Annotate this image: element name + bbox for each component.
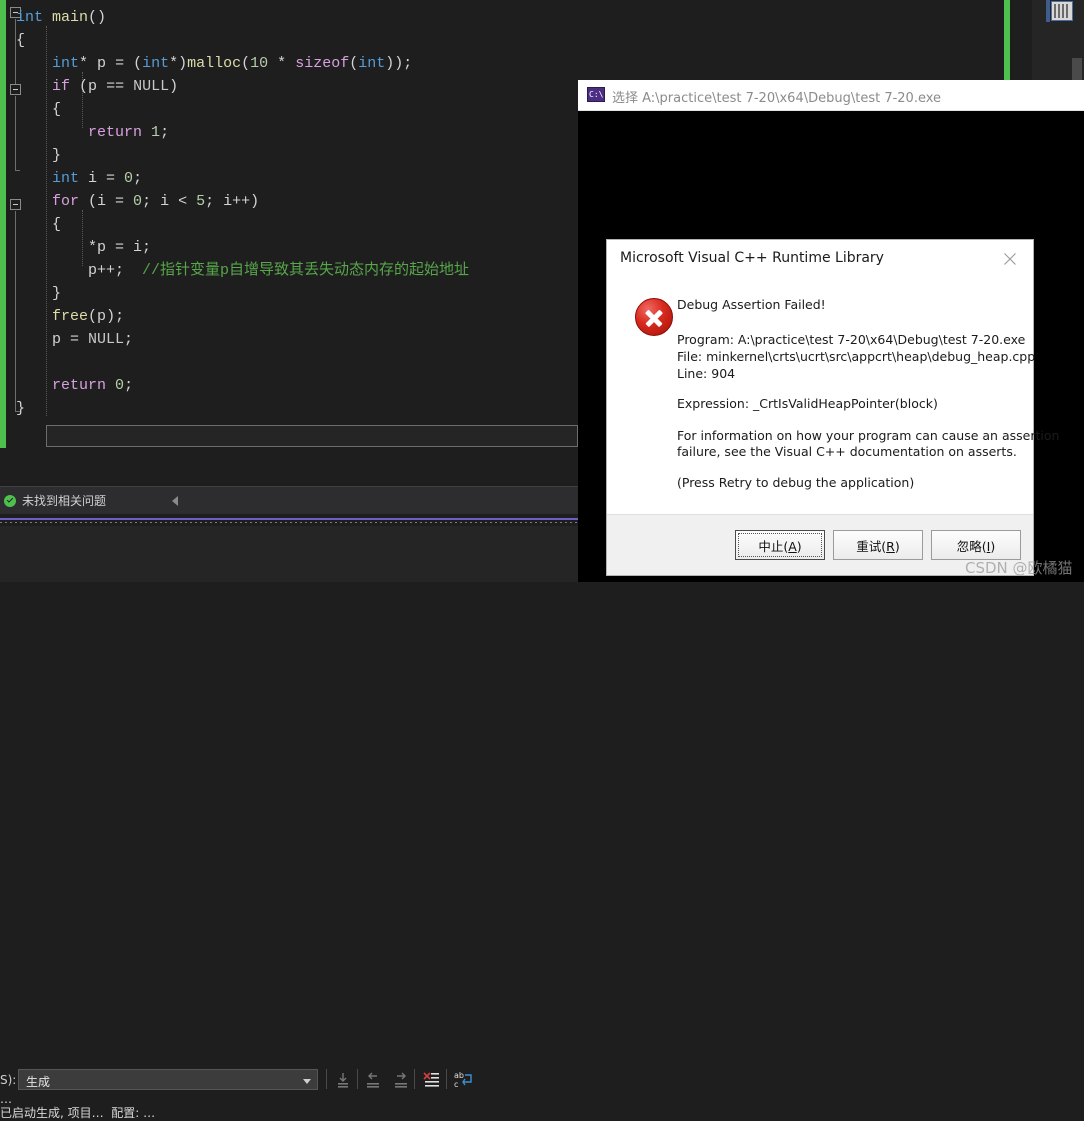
abort-button[interactable]: 中止(A) xyxy=(735,530,825,560)
code-line: if (p == NULL) xyxy=(52,78,179,95)
output-pane[interactable]: S): 生成 ab c … 已启动生成, 项目… 配置: … xyxy=(0,526,580,1120)
toolbar-separator xyxy=(357,1069,358,1089)
code-line: { xyxy=(52,216,62,233)
minimap-icon[interactable] xyxy=(1051,1,1073,21)
code-line: *p = i; xyxy=(88,239,152,256)
code-line: p = NULL; xyxy=(52,331,134,348)
code-line: { xyxy=(16,32,26,49)
code-line: int i = 0; xyxy=(52,170,143,187)
dialog-line: Debug Assertion Failed! xyxy=(677,297,826,312)
error-list-strip[interactable]: 未找到相关问题 xyxy=(0,486,580,514)
dialog-line: File: minkernel\crts\ucrt\src\appcrt\hea… xyxy=(677,349,1036,364)
console-title-text: 选择 A:\practice\test 7-20\x64\Debug\test … xyxy=(612,91,942,106)
ignore-button[interactable]: 忽略(I) xyxy=(931,530,1021,560)
error-list-status: 未找到相关问题 xyxy=(22,494,107,508)
go-to-location-icon[interactable] xyxy=(333,1070,353,1089)
check-circle-icon xyxy=(4,495,16,507)
code-line: int* p = (int*)malloc(10 * sizeof(int)); xyxy=(52,55,413,72)
code-line: } xyxy=(16,400,26,417)
console-app-icon xyxy=(587,87,605,102)
navigate-forward-icon[interactable] xyxy=(391,1070,411,1089)
retry-button-label: 重试(R) xyxy=(856,538,900,554)
dialog-line: Line: 904 xyxy=(677,366,736,381)
editor-horizontal-scrollbar[interactable] xyxy=(46,425,578,447)
minimap-edge xyxy=(1046,0,1050,22)
code-line: return 0; xyxy=(52,377,134,394)
code-line: } xyxy=(52,285,62,302)
code-line: return 1; xyxy=(88,124,170,141)
dialog-line: failure, see the Visual C++ documentatio… xyxy=(677,444,1017,459)
code-text[interactable]: int main() { int* p = (int*)malloc(10 * s… xyxy=(16,6,469,420)
svg-text:c: c xyxy=(454,1080,458,1089)
svg-text:ab: ab xyxy=(454,1071,464,1080)
code-line: } xyxy=(52,147,62,164)
runtime-error-dialog[interactable]: Microsoft Visual C++ Runtime Library Deb… xyxy=(606,239,1059,576)
navigate-backward-icon[interactable] xyxy=(363,1070,383,1089)
output-source-select[interactable]: 生成 xyxy=(18,1069,318,1090)
watermark: CSDN @欧橘猫 xyxy=(965,559,1073,577)
clear-all-icon[interactable] xyxy=(421,1070,441,1089)
error-circle-x-icon xyxy=(635,298,673,336)
dialog-line: For information on how your program can … xyxy=(677,428,1060,443)
code-line: free(p); xyxy=(52,308,125,325)
dialog-line: Expression: _CrtIsValidHeapPointer(block… xyxy=(677,396,938,411)
retry-button[interactable]: 重试(R) xyxy=(833,530,923,560)
abort-button-label: 中止(A) xyxy=(758,538,802,554)
output-source-value: 生成 xyxy=(26,1075,51,1089)
chevron-down-icon[interactable] xyxy=(303,1079,311,1084)
code-line: { xyxy=(52,101,62,118)
dialog-title: Microsoft Visual C++ Runtime Library xyxy=(620,250,884,266)
close-icon[interactable] xyxy=(995,246,1025,272)
accent-divider xyxy=(0,518,580,520)
toolbar-separator xyxy=(326,1069,327,1089)
output-source-label: S): xyxy=(0,1073,17,1087)
dialog-line: (Press Retry to debug the application) xyxy=(677,475,915,490)
caret-left-icon[interactable] xyxy=(172,496,178,506)
code-line: p++; //指针变量p自增导致其丢失动态内存的起始地址 xyxy=(88,262,470,279)
output-text-line-2: 已启动生成, 项目… 配置: … xyxy=(0,1106,156,1120)
toolbar-separator xyxy=(414,1069,415,1089)
code-line: int main() xyxy=(16,9,107,26)
toggle-word-wrap-icon[interactable]: ab c xyxy=(452,1070,478,1089)
dialog-title-bar: Microsoft Visual C++ Runtime Library xyxy=(607,240,1033,280)
code-line: for (i = 0; i < 5; i++) xyxy=(52,193,260,210)
dialog-line: Program: A:\practice\test 7-20\x64\Debug… xyxy=(677,332,1026,347)
ignore-button-label: 忽略(I) xyxy=(956,538,996,554)
console-title-bar[interactable]: 选择 A:\practice\test 7-20\x64\Debug\test … xyxy=(578,80,1084,111)
dotted-divider xyxy=(0,522,580,523)
toolbar-separator xyxy=(446,1069,447,1089)
visual-studio-window: int main() { int* p = (int*)malloc(10 * s… xyxy=(0,0,1084,1120)
